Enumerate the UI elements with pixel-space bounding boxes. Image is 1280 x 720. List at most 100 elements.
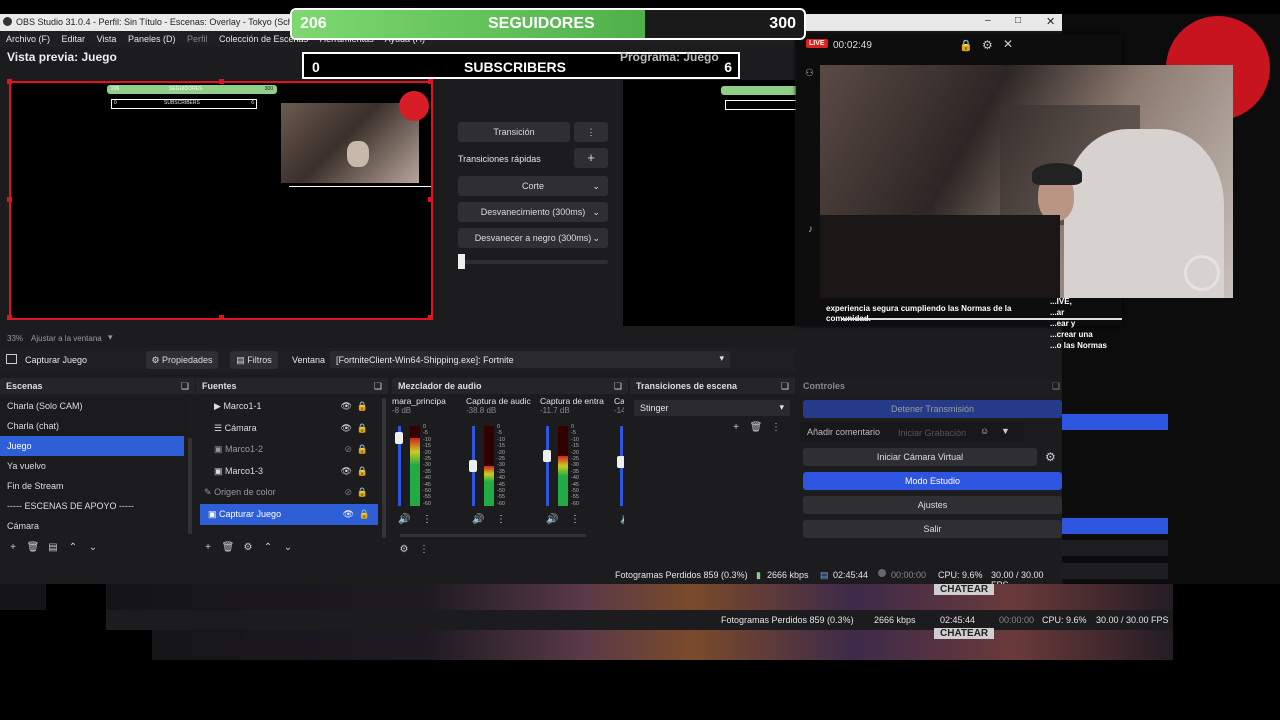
- window-select[interactable]: [FortniteClient-Win64-Shipping.exe]: For…: [330, 351, 730, 368]
- close-icon[interactable]: ✕: [1003, 37, 1013, 51]
- comment-input[interactable]: Añadir comentario: [807, 427, 880, 437]
- scene-item[interactable]: ----- ESCENAS DE APOYO -----: [0, 496, 188, 516]
- source-item-selected[interactable]: ▣ Capturar Juego 👁 🔒: [200, 503, 378, 525]
- scene-item[interactable]: Ya vuelvo: [0, 456, 188, 476]
- transition-menu-icon[interactable]: ⋮: [766, 422, 786, 433]
- mute-icon[interactable]: 🔊: [546, 514, 558, 525]
- channel-menu-icon[interactable]: ⋮: [570, 514, 580, 525]
- mixer-scrollbar[interactable]: [400, 534, 586, 537]
- move-down-icon[interactable]: ⌄: [83, 542, 103, 553]
- channel-name: Captura de audic: [466, 396, 531, 406]
- settings-icon[interactable]: ⚙: [982, 38, 993, 52]
- mute-icon[interactable]: 🔊: [398, 514, 410, 525]
- volume-slider[interactable]: [546, 426, 549, 506]
- eye-icon[interactable]: 👁: [341, 396, 352, 416]
- studio-mode-button[interactable]: Modo Estudio: [803, 472, 1062, 490]
- settings-button[interactable]: Ajustes: [803, 496, 1062, 514]
- quick-transition-cut[interactable]: Corte ⌄: [458, 176, 608, 196]
- stop-stream-button[interactable]: Detener Transmisión: [803, 400, 1062, 418]
- eye-icon[interactable]: 👁: [341, 461, 352, 481]
- source-item[interactable]: ✎ Origen de color ⊘ 🔒: [196, 482, 382, 504]
- move-up-icon[interactable]: ⌃: [63, 542, 83, 553]
- transition-slider-handle[interactable]: [458, 254, 465, 269]
- volume-slider-handle[interactable]: [543, 450, 551, 463]
- lock-icon[interactable]: 🔒: [357, 396, 368, 416]
- volume-slider-handle[interactable]: [469, 460, 477, 472]
- virtual-camera-button[interactable]: Iniciar Cámara Virtual: [803, 448, 1037, 466]
- quick-transition-fade-black[interactable]: Desvanecer a negro (300ms) ⌄: [458, 228, 608, 248]
- zoom-mode[interactable]: Ajustar a la ventana: [31, 334, 102, 343]
- virtual-camera-settings-icon[interactable]: ⚙: [1045, 450, 1056, 464]
- scene-item[interactable]: Cámara: [0, 516, 188, 536]
- properties-button[interactable]: ⚙ Propiedades: [146, 351, 218, 369]
- lock-icon[interactable]: 🔒: [359, 504, 370, 524]
- start-record-ghost: Iniciar Grabación: [898, 428, 967, 438]
- add-scene-icon[interactable]: +: [3, 542, 23, 553]
- transition-select[interactable]: Stinger ▾: [634, 400, 790, 416]
- source-item[interactable]: ☰ Cámara 👁 🔒: [196, 418, 382, 440]
- source-item[interactable]: ▣ Marco1-3 👁 🔒: [196, 461, 382, 483]
- source-item[interactable]: ▣ Marco1-2 ⊘ 🔒: [196, 439, 382, 461]
- menu-paneles[interactable]: Paneles (D): [128, 34, 176, 44]
- undock-icon[interactable]: ❏: [781, 378, 789, 394]
- filter-icon[interactable]: ▼: [1001, 426, 1010, 436]
- undock-icon[interactable]: ❏: [374, 378, 382, 394]
- minimize-icon[interactable]: –: [985, 15, 991, 26]
- scene-item[interactable]: Charla (chat): [0, 416, 188, 436]
- lock-icon[interactable]: 🔒: [959, 39, 973, 52]
- add-transition-icon[interactable]: +: [726, 422, 746, 433]
- delete-source-icon[interactable]: 🗑: [218, 542, 238, 553]
- quick-transition-fade[interactable]: Desvanecimiento (300ms) ⌄: [458, 202, 608, 222]
- maximize-icon[interactable]: □: [1015, 15, 1021, 26]
- volume-slider-handle[interactable]: [617, 456, 624, 468]
- zoom-chevron-icon[interactable]: ▾: [108, 332, 113, 343]
- eye-hidden-icon[interactable]: ⊘: [344, 439, 352, 459]
- channel-db: -38.8 dB: [466, 406, 497, 415]
- undock-icon[interactable]: ❏: [614, 378, 622, 394]
- menu-archivo[interactable]: Archivo (F): [6, 34, 50, 44]
- lock-icon[interactable]: 🔒: [357, 482, 368, 502]
- chevron-down-icon: ⌄: [592, 181, 600, 191]
- filters-button[interactable]: ▤ Filtros: [230, 351, 278, 369]
- menu-editar[interactable]: Editar: [62, 34, 86, 44]
- lock-icon[interactable]: 🔒: [357, 418, 368, 438]
- exit-button[interactable]: Salir: [803, 520, 1062, 538]
- mute-icon[interactable]: 🔊: [472, 514, 484, 525]
- followers-label: SEGUIDORES: [488, 15, 595, 32]
- emoji-icon[interactable]: ☺: [980, 426, 989, 436]
- preview-canvas[interactable]: 206 SEGUIDORES 300 0 SUBSCRIBERS 6: [7, 79, 433, 320]
- channel-menu-icon[interactable]: ⋮: [496, 514, 506, 525]
- eye-icon[interactable]: 👁: [343, 504, 354, 524]
- transition-menu-icon[interactable]: ⋮: [574, 122, 608, 142]
- transition-slider[interactable]: [458, 260, 608, 264]
- channel-menu-icon[interactable]: ⋮: [422, 514, 432, 525]
- eye-hidden-icon[interactable]: ⊘: [344, 482, 352, 502]
- volume-slider-handle[interactable]: [395, 432, 403, 444]
- lock-icon[interactable]: 🔒: [357, 439, 368, 459]
- scene-filters-icon[interactable]: ▤: [43, 542, 63, 553]
- scene-item[interactable]: Fin de Stream: [0, 476, 188, 496]
- source-item[interactable]: ▶ Marco1-1 👁 🔒: [196, 396, 382, 418]
- delete-transition-icon[interactable]: 🗑: [746, 422, 766, 433]
- scene-item-selected[interactable]: Juego: [0, 436, 184, 456]
- scene-item[interactable]: Charla (Solo CAM): [0, 396, 188, 416]
- eye-icon[interactable]: 👁: [341, 418, 352, 438]
- menu-perfil[interactable]: Perfil: [187, 34, 208, 44]
- mute-icon[interactable]: 🔊: [620, 514, 624, 525]
- move-down-icon[interactable]: ⌄: [278, 542, 298, 553]
- transition-button[interactable]: Transición: [458, 122, 570, 142]
- delete-scene-icon[interactable]: 🗑: [23, 542, 43, 553]
- sources-scrollbar[interactable]: [382, 398, 386, 538]
- mixer-menu-icon[interactable]: ⋮: [414, 544, 434, 555]
- scenes-scrollbar[interactable]: [188, 438, 192, 534]
- menu-vista[interactable]: Vista: [97, 34, 117, 44]
- mixer-settings-icon[interactable]: ⚙: [394, 544, 414, 555]
- add-quick-transition-icon[interactable]: +: [574, 148, 608, 168]
- source-properties-icon[interactable]: ⚙: [238, 542, 258, 553]
- move-up-icon[interactable]: ⌃: [258, 542, 278, 553]
- undock-icon[interactable]: ❏: [1052, 378, 1060, 394]
- undock-icon[interactable]: ❏: [181, 378, 189, 394]
- lock-icon[interactable]: 🔒: [357, 461, 368, 481]
- add-source-icon[interactable]: +: [198, 542, 218, 553]
- close-icon[interactable]: ✕: [1046, 15, 1055, 28]
